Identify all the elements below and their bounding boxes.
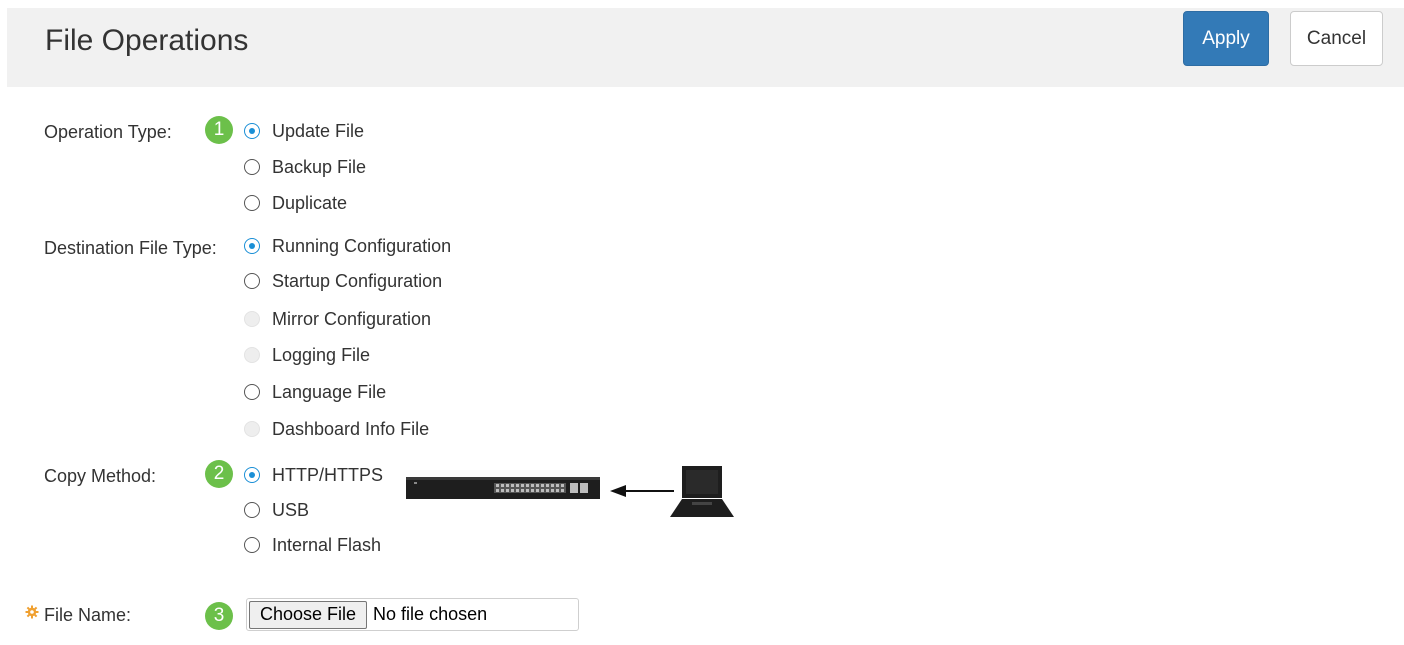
radio-startup-configuration[interactable]: Startup Configuration (244, 268, 442, 294)
radio-selected-icon (244, 123, 260, 139)
radio-label: HTTP/HTTPS (272, 464, 383, 485)
laptop-icon (670, 466, 734, 517)
radio-label: Language File (272, 381, 387, 402)
radio-label: Duplicate (272, 192, 348, 213)
radio-label: Mirror Configuration (272, 308, 432, 329)
radio-update-file[interactable]: Update File (244, 118, 364, 144)
radio-disabled-icon (244, 311, 260, 327)
radio-duplicate[interactable]: Duplicate (244, 190, 347, 216)
network-switch-icon (406, 477, 600, 499)
radio-empty-icon (244, 195, 260, 211)
radio-disabled-icon (244, 347, 260, 363)
radio-label: Backup File (272, 156, 367, 177)
step-2-badge: 2 (205, 460, 233, 488)
radio-internal-flash[interactable]: Internal Flash (244, 532, 381, 558)
radio-disabled-icon (244, 421, 260, 437)
radio-label: Internal Flash (272, 534, 382, 555)
file-input[interactable]: Choose File No file chosen (246, 598, 579, 631)
radio-running-configuration[interactable]: Running Configuration (244, 233, 451, 259)
radio-label: Logging File (272, 344, 371, 365)
radio-usb[interactable]: USB (244, 497, 309, 523)
radio-http-https[interactable]: HTTP/HTTPS (244, 462, 383, 488)
copy-method-label: Copy Method: (44, 466, 157, 486)
radio-label: Startup Configuration (272, 270, 443, 291)
radio-selected-icon (244, 467, 260, 483)
radio-label: Dashboard Info File (272, 418, 430, 439)
operation-type-label: Operation Type: (44, 122, 172, 142)
step-3-badge: 3 (205, 602, 233, 630)
radio-label: USB (272, 499, 310, 520)
radio-backup-file[interactable]: Backup File (244, 154, 366, 180)
radio-mirror-configuration: Mirror Configuration (244, 306, 431, 332)
radio-empty-icon (244, 384, 260, 400)
apply-button[interactable]: Apply (1183, 11, 1269, 66)
radio-label: Running Configuration (272, 235, 452, 256)
cancel-button[interactable]: Cancel (1290, 11, 1383, 66)
radio-empty-icon (244, 273, 260, 289)
file-status-text: No file chosen (373, 604, 488, 624)
radio-selected-icon (244, 238, 260, 254)
radio-logging-file: Logging File (244, 342, 370, 368)
arrow-left-icon (610, 485, 674, 497)
radio-empty-icon (244, 537, 260, 553)
radio-empty-icon (244, 159, 260, 175)
asterisk-gear-icon (25, 605, 39, 619)
radio-language-file[interactable]: Language File (244, 379, 386, 405)
destination-file-type-label: Destination File Type: (44, 238, 217, 258)
page-header: File Operations Apply Cancel (7, 8, 1404, 87)
radio-empty-icon (244, 502, 260, 518)
choose-file-button[interactable]: Choose File (249, 600, 368, 629)
step-1-badge: 1 (205, 116, 233, 144)
file-name-label: File Name: (44, 605, 132, 625)
copy-method-illustration (406, 466, 734, 517)
radio-label: Update File (272, 120, 365, 141)
radio-dashboard-info-file: Dashboard Info File (244, 416, 429, 442)
page-title: File Operations (45, 24, 249, 57)
page: File Operations Apply Cancel Operation T… (0, 0, 1404, 645)
